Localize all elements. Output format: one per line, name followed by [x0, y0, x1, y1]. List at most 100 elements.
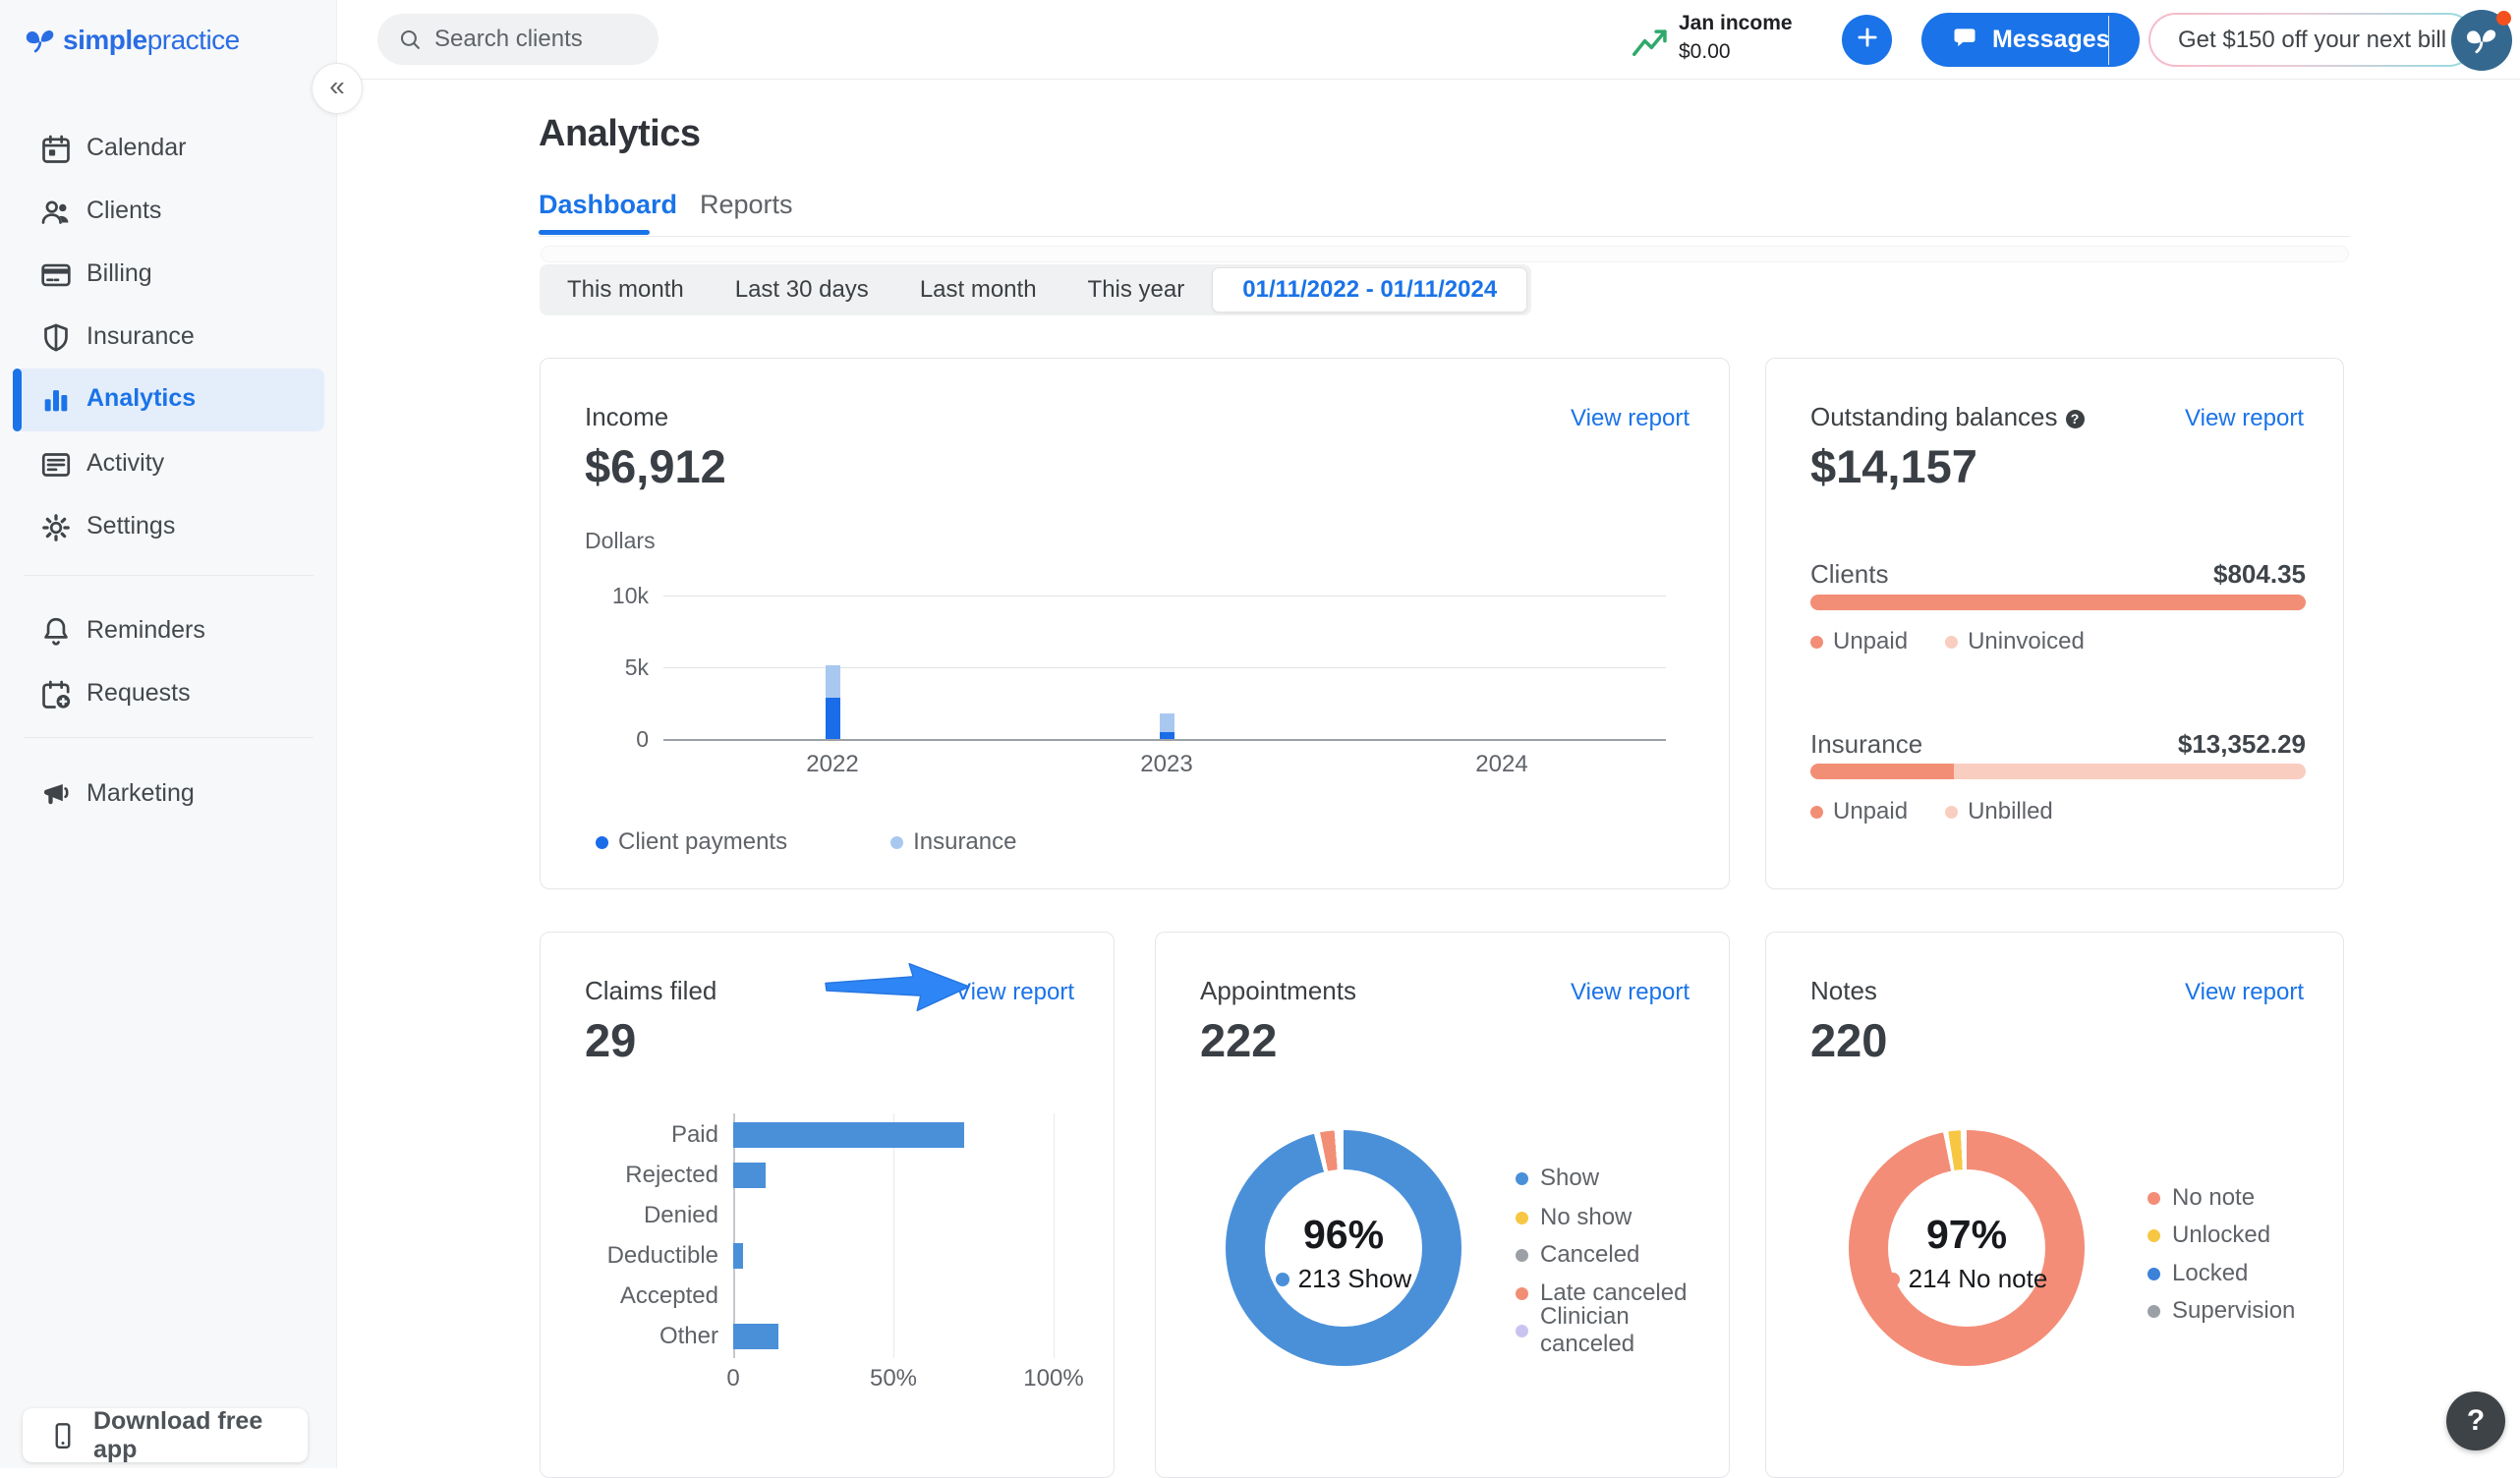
income-view-report-link[interactable]: View report — [1571, 405, 1690, 432]
date-filter-this-month[interactable]: This month — [542, 276, 710, 304]
sidebar-item-marketing[interactable]: Marketing — [0, 764, 337, 826]
create-new-button[interactable] — [1842, 15, 1892, 65]
gear-icon — [39, 511, 73, 544]
sidebar-item-reminders[interactable]: Reminders — [0, 600, 337, 663]
notes-view-report-link[interactable]: View report — [2185, 979, 2304, 1006]
butterfly-icon — [24, 24, 57, 57]
y-tick-5k: 5k — [580, 654, 649, 681]
bar-2023-client-payments — [1160, 732, 1174, 739]
tab-reports[interactable]: Reports — [700, 190, 793, 220]
balance-section-value: $13,352.29 — [2178, 729, 2306, 760]
date-filter-this-year[interactable]: This year — [1062, 276, 1211, 304]
bar-2023-insurance — [1160, 713, 1174, 732]
sidebar-item-calendar[interactable]: Calendar — [0, 118, 337, 181]
download-app-button[interactable]: Download free app — [23, 1408, 308, 1462]
no-note-dot — [1886, 1273, 1900, 1286]
bar-2022-client-payments — [826, 698, 840, 739]
chevrons-left-icon: « — [329, 73, 345, 100]
income-card: Income View report $6,912 Dollars 10k5k0… — [540, 358, 1730, 889]
claims-card-title: Claims filed — [585, 976, 716, 1006]
legend-dot — [1516, 1325, 1528, 1337]
legend-item-clinician-canceled: Clinician canceled — [1516, 1318, 1729, 1343]
sidebar-item-label: Calendar — [86, 134, 186, 162]
download-app-label: Download free app — [93, 1407, 308, 1464]
y-tick-0: 0 — [580, 726, 649, 753]
claims-axis-line — [733, 1113, 735, 1358]
sidebar-divider — [24, 575, 314, 576]
legend-item-canceled: Canceled — [1516, 1242, 1639, 1268]
tab-dashboard[interactable]: Dashboard — [539, 190, 677, 220]
topbar: Search clients Jan income $0.00 Messages… — [337, 0, 2520, 80]
claims-filed-card: Claims filed View report 29 050%100%Paid… — [540, 932, 1115, 1478]
date-filter-last-month[interactable]: Last month — [894, 276, 1062, 304]
legend-label: Uninvoiced — [1968, 628, 2085, 655]
notes-donut-count: 214 No note — [1849, 1264, 2085, 1294]
legend-item-unlocked: Unlocked — [2148, 1222, 2270, 1248]
sidebar-item-requests[interactable]: Requests — [0, 663, 337, 726]
notes-donut-pct: 97% — [1849, 1212, 2085, 1258]
legend-dot — [2148, 1192, 2160, 1205]
date-range-button[interactable]: 01/11/2022 - 01/11/2024 — [1212, 267, 1527, 313]
sidebar-item-label: Clients — [86, 197, 161, 225]
legend-item-show: Show — [1516, 1165, 1599, 1191]
x-tick-100%: 100% — [1004, 1365, 1103, 1393]
search-input[interactable]: Search clients — [377, 14, 659, 65]
date-filter-last-30-days[interactable]: Last 30 days — [710, 276, 894, 304]
sidebar-collapse-button[interactable]: « — [312, 63, 363, 114]
topbar-divider — [2108, 16, 2109, 65]
x-tick-2024: 2024 — [1443, 751, 1561, 778]
claims-view-report-link[interactable]: View report — [955, 979, 1074, 1006]
legend-dot — [1810, 636, 1823, 649]
butterfly-icon — [2464, 23, 2499, 58]
sidebar-item-settings[interactable]: Settings — [0, 496, 337, 559]
sidebar-item-insurance[interactable]: Insurance — [0, 307, 337, 370]
legend-label: Clinician canceled — [1540, 1303, 1729, 1358]
sidebar-item-billing[interactable]: Billing — [0, 244, 337, 307]
legend-label: Client payments — [618, 828, 787, 856]
calendar-plus-icon — [39, 678, 73, 711]
appointments-card-title: Appointments — [1200, 976, 1356, 1006]
claims-total-value: 29 — [585, 1013, 636, 1067]
legend-item-unpaid: Unpaid — [1810, 628, 1908, 655]
balance-legend: Unpaid Uninvoiced — [1810, 628, 2085, 655]
balance-section-label: Insurance — [1810, 729, 1922, 760]
legend-label: Unpaid — [1833, 628, 1908, 655]
claims-bar-paid — [733, 1122, 964, 1148]
appointments-view-report-link[interactable]: View report — [1571, 979, 1690, 1006]
outstanding-view-report-link[interactable]: View report — [2185, 405, 2304, 432]
legend-item-insurance: Insurance — [890, 828, 1016, 856]
sidebar-item-analytics[interactable]: Analytics — [0, 369, 337, 431]
sidebar: simplepractice Calendar Clients BillingIns… — [0, 0, 337, 1468]
app-logo-text: simplepractice — [63, 25, 240, 56]
claims-bar-rejected — [733, 1163, 766, 1188]
legend-dot — [890, 836, 903, 849]
x-tick-50%: 50% — [844, 1365, 943, 1393]
avatar[interactable] — [2451, 10, 2512, 71]
app-logo[interactable]: simplepractice — [24, 24, 240, 57]
page-title: Analytics — [539, 113, 700, 155]
bell-icon — [39, 615, 73, 649]
date-filter-bar: This monthLast 30 daysLast monthThis yea… — [540, 264, 1531, 315]
legend-dot — [596, 836, 608, 849]
calendar-icon — [39, 133, 73, 166]
claims-row-label-deductible: Deductible — [560, 1242, 718, 1270]
sidebar-item-activity[interactable]: Activity — [0, 433, 337, 496]
main-content: Analytics Dashboard Reports This monthLa… — [337, 80, 2520, 1468]
balance-bar-segment — [1810, 764, 1954, 779]
people-icon — [39, 196, 73, 229]
search-placeholder: Search clients — [434, 26, 583, 53]
outstanding-card-title: Outstanding balances? — [1810, 402, 2085, 432]
sidebar-divider — [24, 737, 314, 738]
income-card-title: Income — [585, 402, 668, 432]
messages-button[interactable]: Messages — [1921, 13, 2140, 67]
legend-label: Canceled — [1540, 1241, 1639, 1269]
legend-item-unbilled: Unbilled — [1945, 798, 2053, 825]
sidebar-item-label: Settings — [86, 512, 175, 540]
promo-button[interactable]: Get $150 off your next bill — [2148, 13, 2476, 67]
claims-bar-deductible — [733, 1243, 743, 1269]
help-button[interactable]: ? — [2446, 1392, 2505, 1450]
question-circle-icon[interactable]: ? — [2066, 410, 2085, 428]
sidebar-item-clients[interactable]: Clients — [0, 181, 337, 244]
sidebar-item-label: Requests — [86, 679, 191, 708]
income-summary-widget[interactable]: Jan income $0.00 — [1632, 12, 1793, 64]
